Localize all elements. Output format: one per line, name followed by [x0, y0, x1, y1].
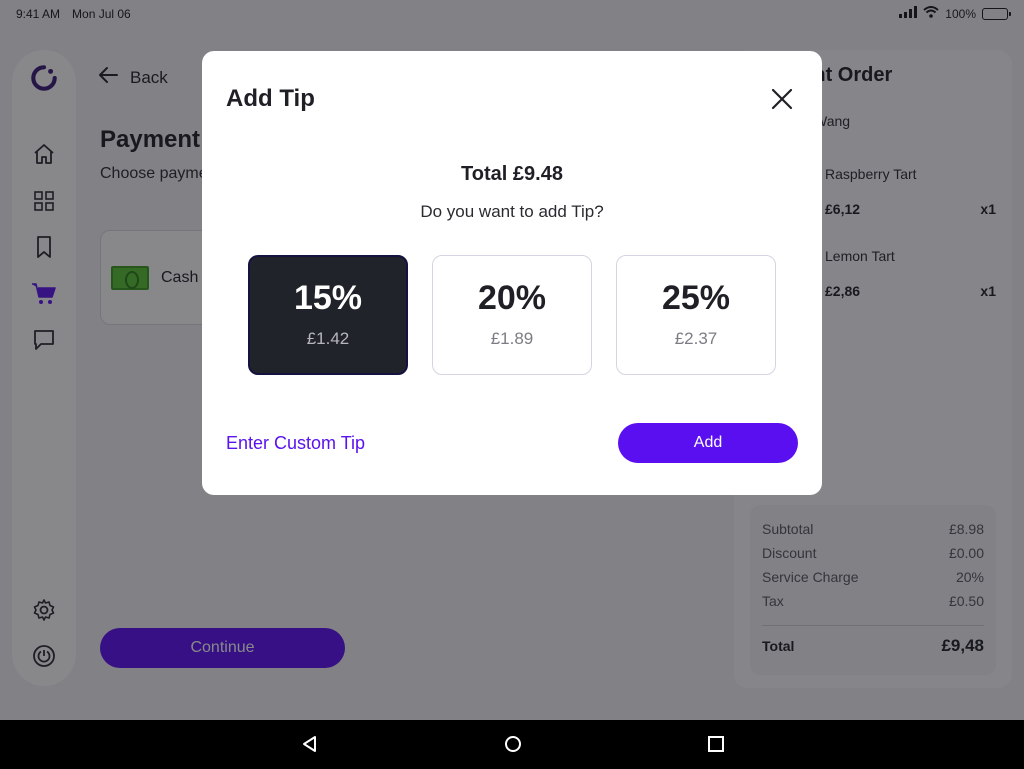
- tip-option-20[interactable]: 20% £1.89: [432, 255, 592, 375]
- nav-back-icon[interactable]: [300, 734, 320, 754]
- dialog-total: Total £9.48: [461, 163, 563, 185]
- nav-recents-icon[interactable]: [706, 734, 726, 754]
- system-nav-bar: [0, 720, 1024, 769]
- close-icon[interactable]: [768, 85, 796, 113]
- tip-option-15[interactable]: 15% £1.42: [248, 255, 408, 375]
- dialog-question: Do you want to add Tip?: [420, 202, 604, 221]
- tip-percent: 20%: [477, 279, 547, 317]
- tip-amount: £1.89: [490, 329, 534, 348]
- add-button[interactable]: Add: [618, 423, 798, 463]
- custom-tip-link[interactable]: Enter Custom Tip: [226, 433, 365, 454]
- nav-home-icon[interactable]: [503, 734, 523, 754]
- add-tip-dialog: Add Tip Total £9.48 Do you want to add T…: [202, 51, 822, 495]
- tip-amount: £2.37: [674, 329, 718, 348]
- tip-percent: 15%: [293, 279, 363, 317]
- tip-option-25[interactable]: 25% £2.37: [616, 255, 776, 375]
- dialog-title: Add Tip: [226, 85, 315, 112]
- tip-amount: £1.42: [306, 329, 350, 348]
- tip-percent: 25%: [661, 279, 731, 317]
